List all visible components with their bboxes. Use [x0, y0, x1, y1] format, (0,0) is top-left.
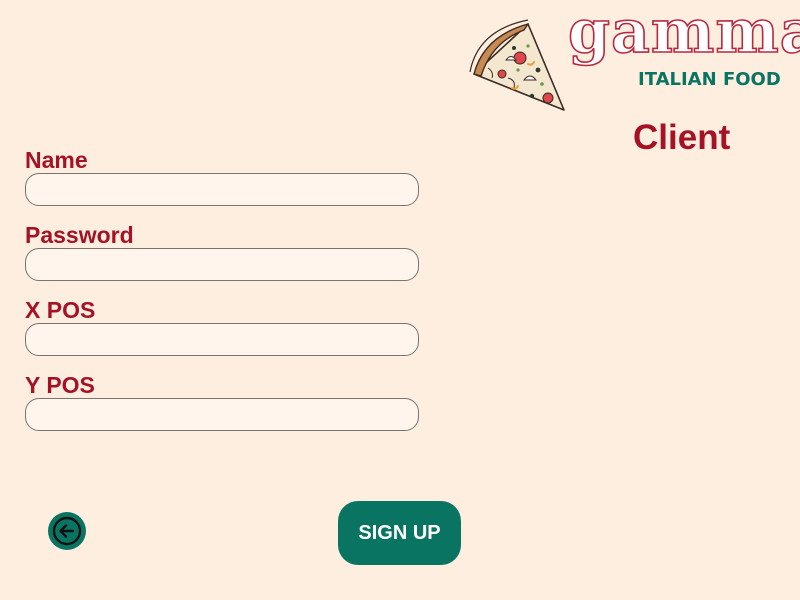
arrow-left-circle-icon [52, 516, 82, 546]
x-pos-label: X POS [25, 297, 96, 323]
sign-up-button[interactable]: SIGN UP [338, 501, 461, 565]
x-pos-input[interactable] [25, 323, 419, 356]
pizza-slice-icon [469, 19, 565, 111]
page-title: Client [633, 118, 731, 157]
name-label: Name [25, 147, 88, 173]
brand-logo: gamma ITALIAN FOOD [468, 1, 800, 116]
password-input[interactable] [25, 248, 419, 281]
brand-subtitle: ITALIAN FOOD [638, 69, 781, 90]
brand-name: gamma [567, 0, 800, 67]
password-label: Password [25, 222, 134, 248]
y-pos-label: Y POS [25, 372, 95, 398]
back-button[interactable] [48, 512, 86, 550]
name-input[interactable] [25, 173, 419, 206]
y-pos-input[interactable] [25, 398, 419, 431]
